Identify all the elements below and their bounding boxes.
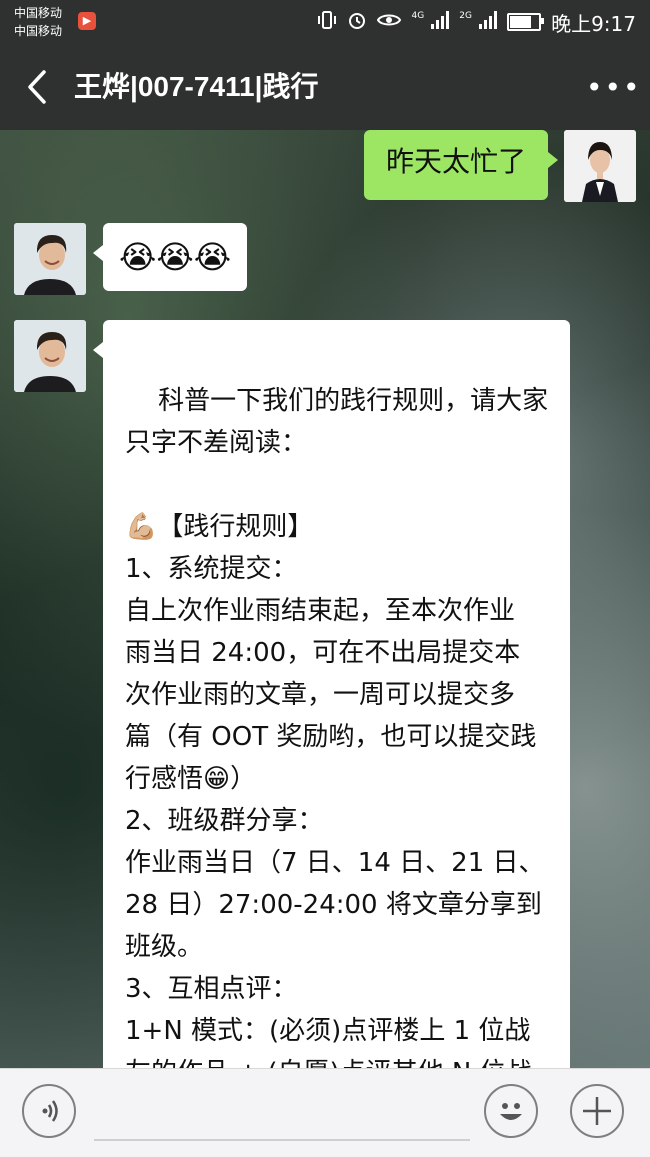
my-avatar[interactable] (564, 130, 636, 202)
sender-avatar[interactable] (14, 223, 86, 295)
net-2g-label: 2G (459, 11, 472, 21)
chat-header: 王烨|007-7411|践行 ••• (0, 44, 650, 130)
input-bar (0, 1068, 650, 1157)
back-arrow-icon (28, 70, 46, 104)
more-functions-button[interactable] (570, 1084, 624, 1138)
status-icons: 4G 2G 晚上9:17 (317, 8, 636, 36)
message-input[interactable] (94, 1139, 470, 1141)
sender-emoji-text: 😭😭😭 (119, 238, 232, 276)
more-icon: ••• (586, 71, 642, 104)
emoji-icon (500, 1103, 522, 1120)
chat-area[interactable]: 昨天太忙了 😭😭😭 科普一下我们的践行规则，请大家 只字不差阅读： 💪🏼【践行规… (0, 130, 650, 1068)
chat-title: 王烨|007-7411|践行 (74, 71, 319, 102)
signal-4g-icon: 4G (411, 11, 450, 33)
video-app-icon: ▶ (78, 12, 96, 30)
voice-button[interactable] (22, 1084, 76, 1138)
more-button[interactable]: ••• (586, 70, 640, 106)
rules-message-text: 科普一下我们的践行规则，请大家 只字不差阅读： 💪🏼【践行规则】 1、系统提交：… (125, 386, 549, 1068)
clock: 晚上9:17 (551, 11, 636, 36)
back-button[interactable] (18, 64, 58, 110)
net-4g-label: 4G (411, 11, 425, 21)
signal-2g-icon: 2G (459, 11, 498, 33)
carrier-2: 中国移动 (14, 24, 63, 38)
sender-message-bubble[interactable]: 😭😭😭 (92, 223, 248, 291)
sender-avatar[interactable] (14, 320, 86, 392)
carrier-1: 中国移动 (14, 6, 63, 20)
eye-icon (377, 10, 402, 34)
my-message-bubble[interactable]: 昨天太忙了 (363, 130, 559, 200)
emoji-button[interactable] (484, 1084, 538, 1138)
alarm-icon (347, 10, 367, 34)
carrier-info: 中国移动 中国移动 (14, 4, 62, 40)
status-bar: 中国移动 中国移动 ▶ 4G 2G 晚上9:17 (0, 0, 650, 44)
battery-icon (507, 13, 545, 31)
plus-icon (583, 1097, 611, 1125)
sender-message-bubble[interactable]: 科普一下我们的践行规则，请大家 只字不差阅读： 💪🏼【践行规则】 1、系统提交：… (93, 320, 570, 1068)
voice-icon (42, 1100, 58, 1122)
my-message-text: 昨天太忙了 (385, 145, 526, 178)
vibrate-icon (317, 10, 337, 34)
